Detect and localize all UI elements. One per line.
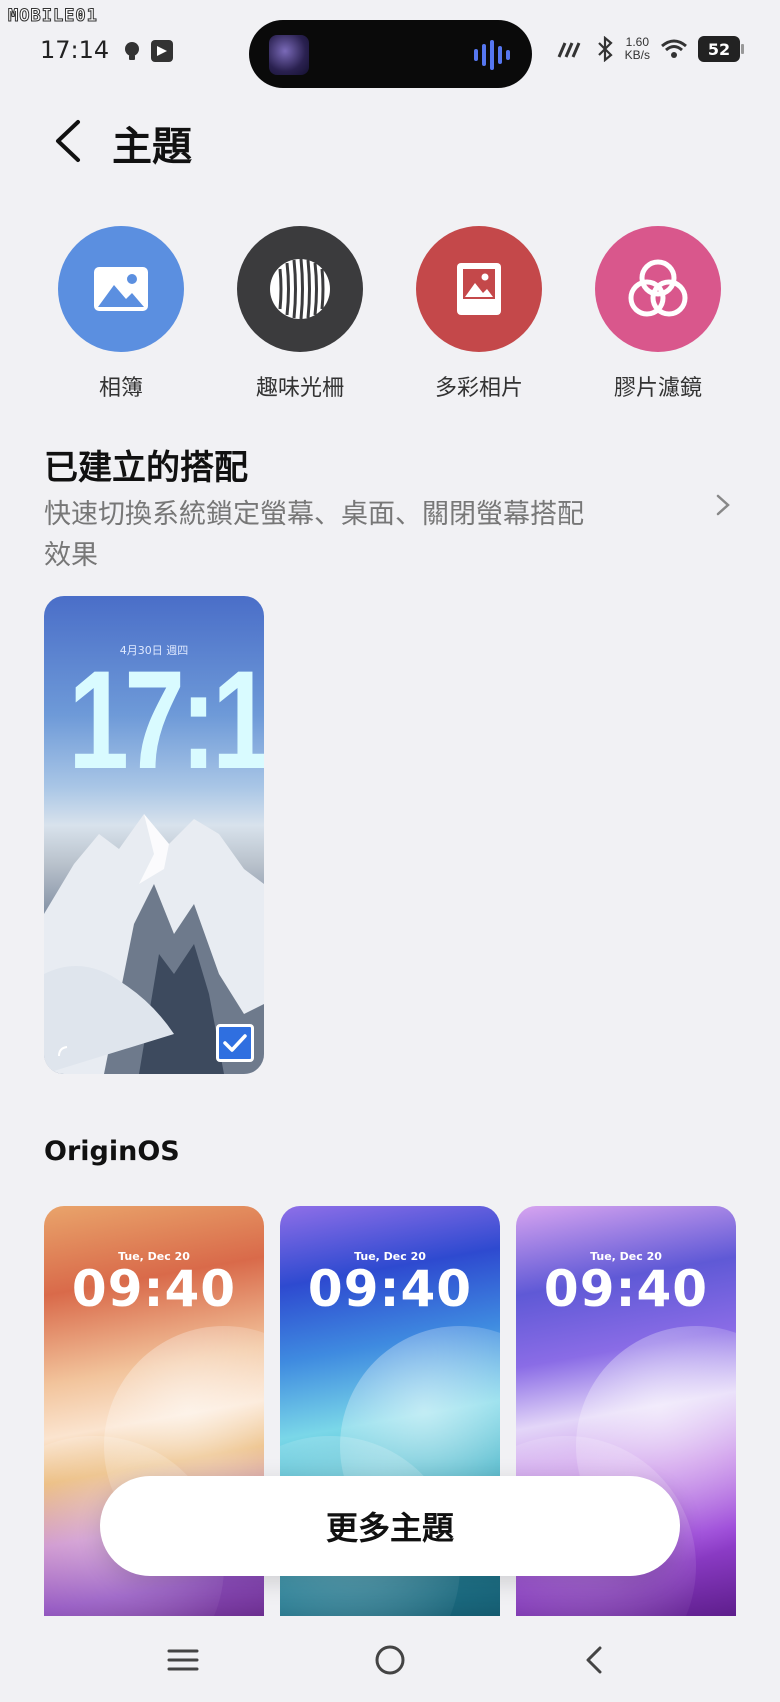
lightbulb-icon bbox=[125, 42, 139, 60]
back-arrow-icon[interactable] bbox=[50, 118, 86, 164]
category-label: 相簿 bbox=[98, 376, 143, 401]
theme-clock: 09:40 bbox=[543, 1260, 709, 1318]
audio-wave-icon bbox=[474, 40, 510, 70]
category-film-filter-circle bbox=[595, 226, 721, 352]
status-bar: 17:14 1.60 KB/s 52 bbox=[0, 0, 780, 92]
section-description: 快速切換系統鎖定螢幕、桌面、關閉螢幕搭配效果 bbox=[44, 499, 584, 571]
battery-indicator: 52 bbox=[698, 36, 744, 62]
section-title-combos: 已建立的搭配 bbox=[44, 448, 248, 488]
header: 主題 bbox=[0, 108, 780, 172]
app-notification-icon bbox=[151, 40, 173, 62]
navigation-bar bbox=[0, 1620, 780, 1702]
theme-clock: 09:40 bbox=[307, 1260, 473, 1318]
selected-checkbox[interactable] bbox=[216, 1024, 254, 1062]
section-title-origin: OriginOS bbox=[44, 1136, 180, 1167]
category-lenticular-circle bbox=[237, 226, 363, 352]
status-time: 17:14 bbox=[40, 36, 110, 64]
category-label: 趣味光柵 bbox=[255, 376, 344, 401]
film-filter-icon bbox=[628, 259, 688, 317]
category-label: 膠片濾鏡 bbox=[613, 376, 702, 401]
category-colorful-photo[interactable]: 多彩相片 bbox=[409, 226, 549, 402]
more-themes-button[interactable]: 更多主題 bbox=[100, 1476, 680, 1576]
category-album-circle bbox=[58, 226, 184, 352]
category-label: 多彩相片 bbox=[434, 376, 523, 401]
category-colorful-photo-circle bbox=[416, 226, 542, 352]
combo-clock: 17:11 bbox=[68, 641, 264, 798]
home-circle-icon[interactable] bbox=[370, 1640, 410, 1680]
page-title: 主題 bbox=[112, 124, 192, 170]
back-nav-icon[interactable] bbox=[576, 1640, 616, 1680]
lenticular-icon bbox=[270, 258, 330, 320]
wifi-icon bbox=[661, 39, 687, 58]
album-art bbox=[269, 35, 309, 75]
theme-clock: 09:40 bbox=[71, 1260, 237, 1318]
category-album[interactable]: 相簿 bbox=[51, 226, 191, 402]
chevron-right-icon[interactable] bbox=[712, 490, 734, 520]
signal-icon bbox=[557, 42, 581, 58]
bluetooth-icon bbox=[597, 36, 613, 62]
network-speed-unit: KB/s bbox=[624, 48, 650, 62]
dynamic-island[interactable] bbox=[249, 20, 532, 88]
camera-icon bbox=[58, 1046, 68, 1057]
combo-card[interactable]: 4月30日 週四 17:11 bbox=[44, 596, 264, 1074]
category-film-filter[interactable]: 膠片濾鏡 bbox=[588, 226, 728, 402]
image-icon bbox=[94, 267, 148, 311]
category-lenticular[interactable]: 趣味光柵 bbox=[230, 226, 370, 402]
photo-frame-icon bbox=[457, 263, 501, 315]
checkmark-icon bbox=[223, 1034, 247, 1052]
menu-icon[interactable] bbox=[163, 1640, 203, 1680]
network-speed: 1.60 KB/s bbox=[625, 36, 650, 62]
